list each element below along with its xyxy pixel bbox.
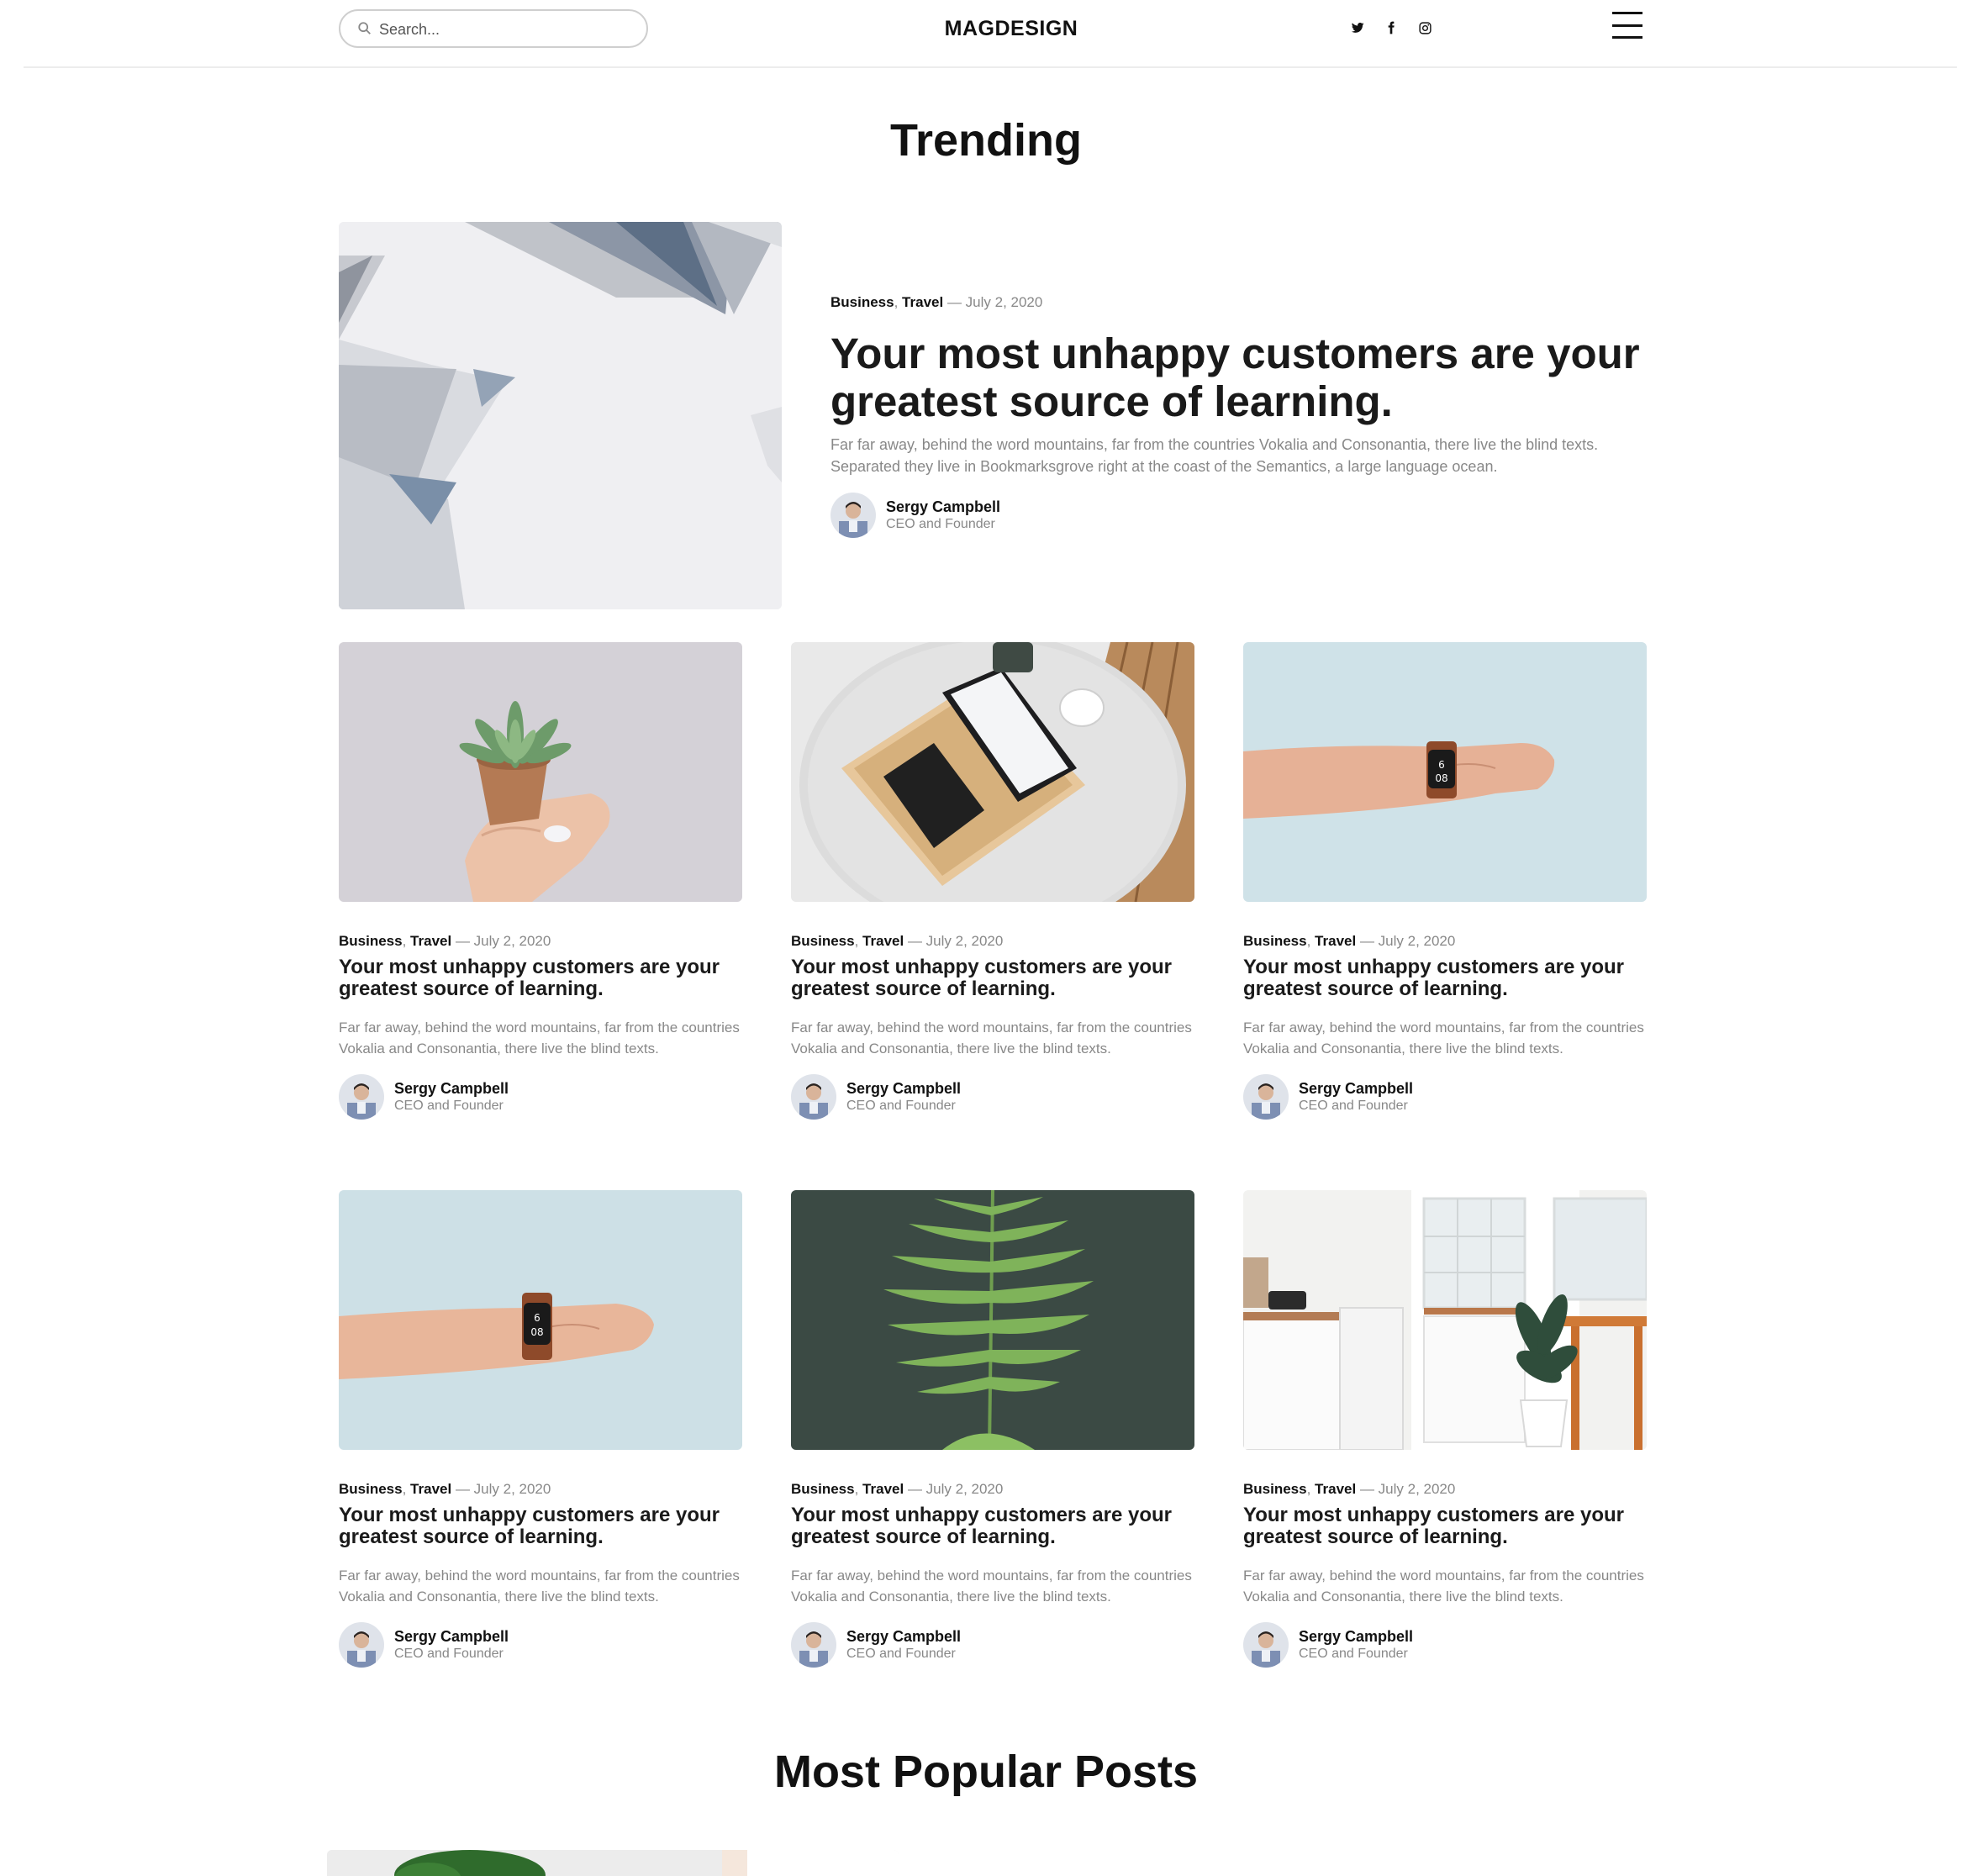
post-title[interactable]: Your most unhappy customers are your gre… [1243, 1504, 1647, 1548]
post-image-succulent[interactable] [339, 642, 742, 902]
svg-text:08: 08 [1435, 772, 1447, 784]
category-link[interactable]: Travel [410, 1481, 451, 1497]
category-link[interactable]: Business [1243, 933, 1307, 949]
post-date: — July 2, 2020 [907, 1481, 1004, 1497]
avatar [791, 1074, 836, 1120]
post-date: — July 2, 2020 [455, 1481, 551, 1497]
post-meta: Business, Travel — July 2, 2020 [791, 933, 1004, 949]
category-link[interactable]: Business [791, 933, 855, 949]
post-author: Sergy Campbell CEO and Founder [791, 1622, 1194, 1668]
category-link[interactable]: Business [339, 933, 403, 949]
svg-text:08: 08 [530, 1326, 543, 1338]
svg-text:6: 6 [1438, 759, 1445, 771]
post-image-kitchen[interactable] [1243, 1190, 1647, 1450]
category-link[interactable]: Travel [902, 294, 943, 310]
twitter-icon[interactable] [1348, 18, 1367, 37]
hamburger-menu-icon[interactable] [1612, 12, 1642, 39]
author-name[interactable]: Sergy Campbell [846, 1079, 961, 1098]
author-role: CEO and Founder [886, 517, 995, 531]
facebook-icon[interactable] [1382, 18, 1400, 37]
search-box[interactable] [339, 9, 648, 48]
popular-post-image[interactable] [327, 1850, 899, 1876]
post-title[interactable]: Your most unhappy customers are your gre… [1243, 956, 1647, 1000]
avatar [1243, 1622, 1289, 1668]
category-link[interactable]: Travel [862, 933, 904, 949]
avatar [830, 493, 876, 538]
post-author: Sergy Campbell CEO and Founder [339, 1074, 742, 1120]
author-name[interactable]: Sergy Campbell [846, 1627, 961, 1646]
featured-author: Sergy Campbell CEO and Founder [830, 493, 1000, 538]
post-title[interactable]: Your most unhappy customers are your gre… [339, 956, 742, 1000]
featured-excerpt: Far far away, behind the word mountains,… [830, 436, 1599, 475]
instagram-icon[interactable] [1416, 18, 1434, 37]
category-link[interactable]: Business [1243, 1481, 1307, 1497]
author-role: CEO and Founder [1299, 1099, 1408, 1113]
post-excerpt: Far far away, behind the word mountains,… [339, 1020, 740, 1057]
avatar [339, 1622, 384, 1668]
category-link[interactable]: Business [339, 1481, 403, 1497]
post-date: — July 2, 2020 [1359, 1481, 1456, 1497]
post-image-wrist-watch[interactable]: 6 08 [1243, 642, 1647, 902]
author-name[interactable]: Sergy Campbell [394, 1079, 509, 1098]
post-excerpt: Far far away, behind the word mountains,… [1243, 1020, 1644, 1057]
post-image-fern[interactable] [791, 1190, 1194, 1450]
post-card: Business, Travel — July 2, 2020 Your mos… [791, 642, 1194, 1120]
post-meta: Business, Travel — July 2, 2020 [1243, 933, 1456, 949]
author-role: CEO and Founder [1299, 1647, 1408, 1661]
site-header: MAGDESIGN [24, 0, 1957, 68]
author-role: CEO and Founder [394, 1647, 504, 1661]
category-link[interactable]: Travel [862, 1481, 904, 1497]
category-link[interactable]: Travel [410, 933, 451, 949]
post-date: — July 2, 2020 [455, 933, 551, 949]
author-name[interactable]: Sergy Campbell [1299, 1079, 1413, 1098]
author-name[interactable]: Sergy Campbell [886, 498, 1000, 516]
post-date: — July 2, 2020 [1359, 933, 1456, 949]
featured-title[interactable]: Your most unhappy customers are your gre… [830, 329, 1671, 425]
author-name[interactable]: Sergy Campbell [1299, 1627, 1413, 1646]
post-image-phone-tray[interactable] [791, 642, 1194, 902]
post-card: 6 08 Business, Travel — July 2, 2020 You… [339, 1190, 742, 1668]
avatar [339, 1074, 384, 1120]
post-excerpt: Far far away, behind the word mountains,… [791, 1568, 1192, 1605]
post-author: Sergy Campbell CEO and Founder [791, 1074, 1194, 1120]
featured-meta: Business, Travel — July 2, 2020 [830, 294, 1043, 310]
search-input[interactable] [379, 18, 631, 41]
post-excerpt: Far far away, behind the word mountains,… [339, 1568, 740, 1605]
post-card: 6 08 Business, Travel — July 2, 2020 You… [1243, 642, 1647, 1120]
author-role: CEO and Founder [846, 1647, 956, 1661]
post-author: Sergy Campbell CEO and Founder [339, 1622, 742, 1668]
post-excerpt: Far far away, behind the word mountains,… [791, 1020, 1192, 1057]
svg-text:6: 6 [534, 1312, 540, 1324]
post-date: — July 2, 2020 [907, 933, 1004, 949]
post-title[interactable]: Your most unhappy customers are your gre… [339, 1504, 742, 1548]
search-icon [358, 22, 371, 34]
post-meta: Business, Travel — July 2, 2020 [339, 1481, 551, 1497]
avatar [791, 1622, 836, 1668]
post-date: — July 2, 2020 [946, 294, 1043, 310]
category-link[interactable]: Travel [1315, 1481, 1356, 1497]
author-role: CEO and Founder [394, 1099, 504, 1113]
featured-image[interactable] [339, 222, 782, 609]
post-meta: Business, Travel — July 2, 2020 [339, 933, 551, 949]
author-name[interactable]: Sergy Campbell [394, 1627, 509, 1646]
category-link[interactable]: Business [830, 294, 894, 310]
post-title[interactable]: Your most unhappy customers are your gre… [791, 956, 1194, 1000]
site-logo[interactable]: MAGDESIGN [927, 17, 1095, 41]
post-author: Sergy Campbell CEO and Founder [1243, 1622, 1647, 1668]
avatar [1243, 1074, 1289, 1120]
section-title-popular: Most Popular Posts [773, 1747, 1199, 1797]
post-author: Sergy Campbell CEO and Founder [1243, 1074, 1647, 1120]
post-excerpt: Far far away, behind the word mountains,… [1243, 1568, 1644, 1605]
post-card: Business, Travel — July 2, 2020 Your mos… [339, 642, 742, 1120]
post-title[interactable]: Your most unhappy customers are your gre… [791, 1504, 1194, 1548]
author-role: CEO and Founder [846, 1099, 956, 1113]
post-meta: Business, Travel — July 2, 2020 [1243, 1481, 1456, 1497]
section-title-trending: Trending [890, 115, 1082, 166]
post-card: Business, Travel — July 2, 2020 Your mos… [791, 1190, 1194, 1668]
post-card: Business, Travel — July 2, 2020 Your mos… [1243, 1190, 1647, 1668]
post-meta: Business, Travel — July 2, 2020 [791, 1481, 1004, 1497]
category-link[interactable]: Travel [1315, 933, 1356, 949]
post-image-wrist-watch[interactable]: 6 08 [339, 1190, 742, 1450]
category-link[interactable]: Business [791, 1481, 855, 1497]
